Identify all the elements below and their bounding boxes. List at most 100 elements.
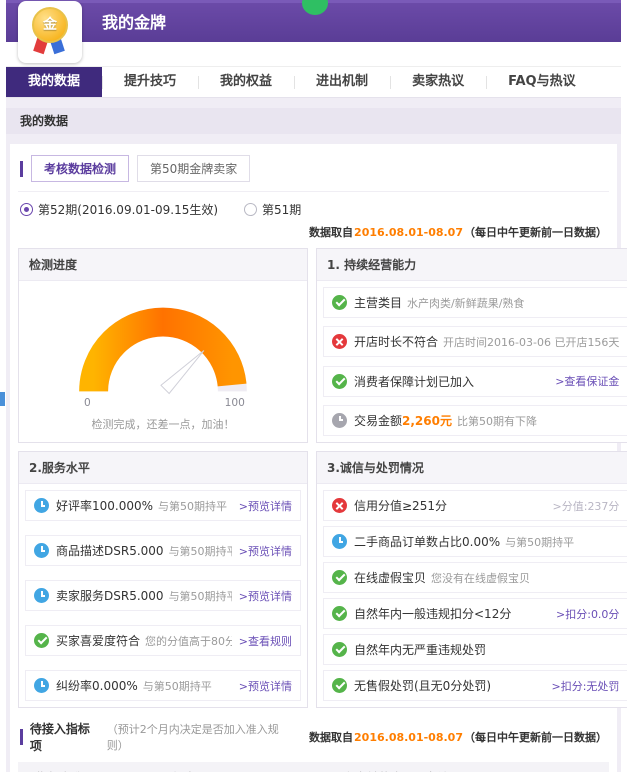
- col-current-status: 卖家当前状态: [313, 762, 419, 772]
- clock-icon: [34, 498, 49, 513]
- deduction-link[interactable]: >扣分:无处罚: [552, 678, 620, 694]
- check-circle-icon: [332, 678, 347, 693]
- radio-period-52[interactable]: 第52期(2016.09.01-09.15生效): [20, 201, 218, 218]
- metric-row-main-category: 主营类目水产肉类/新鲜蔬果/熟食: [323, 287, 627, 318]
- progress-panel-title: 检测进度: [19, 249, 307, 281]
- service-level-panel: 2.服务水平 好评率100.000%与第50期持平 >预览详情 商品描述DSR5…: [18, 451, 308, 708]
- check-circle-icon: [332, 295, 347, 310]
- section-title: 我的数据: [6, 108, 621, 134]
- metric-row-severe-violation: 自然年内无严重违规处罚: [323, 634, 627, 665]
- accent-bar: [20, 161, 23, 177]
- metric-text: 开店时长不符合开店时间2016-03-06 已开店156天: [354, 333, 619, 350]
- metric-row-dispute-rate: 纠纷率0.000%与第50期持平 >预览详情: [25, 670, 301, 701]
- period-selector: 第52期(2016.09.01-09.15生效) 第51期: [18, 192, 609, 220]
- metric-row-buyer-favor: 买家喜爱度符合您的分值高于80分 >查看规则: [25, 625, 301, 656]
- tab-my-benefits[interactable]: 我的权益: [198, 67, 294, 97]
- main-tab-bar: 我的数据 提升技巧 我的权益 进出机制 卖家热议 FAQ与热议: [6, 66, 621, 98]
- tab-my-data[interactable]: 我的数据: [6, 67, 102, 97]
- subtab-bar: 考核数据检测 第50期金牌卖家: [18, 152, 609, 192]
- clock-icon: [332, 534, 347, 549]
- metric-row-credit-score: 信用分值≥251分 >分值:237分: [323, 490, 627, 521]
- gauge-caption: 检测完成，还差一点，加油！: [25, 416, 301, 432]
- metrics-grid: 检测进度: [18, 248, 609, 708]
- col-remark: 备注: [420, 762, 609, 772]
- gold-medal-icon: 金: [32, 7, 68, 43]
- accent-bar: [20, 729, 23, 745]
- tab-entry-exit[interactable]: 进出机制: [294, 67, 390, 97]
- left-edge-decor: [0, 392, 5, 406]
- progress-gauge-body: 0 100 检测完成，还差一点，加油！: [19, 281, 307, 442]
- business-panel-title: 1. 持续经营能力: [317, 249, 627, 281]
- header-gap: [6, 42, 621, 66]
- data-source-note: 数据取自2016.08.01-08.07（每日中午更新前一日数据）: [309, 226, 607, 239]
- radio-unselected-icon: [244, 203, 257, 216]
- clock-icon: [34, 588, 49, 603]
- metric-row-secondhand-ratio: 二手商品订单数占比0.00%与第50期持平: [323, 526, 627, 557]
- check-circle-icon: [332, 374, 347, 389]
- integrity-panel-body: 信用分值≥251分 >分值:237分 二手商品订单数占比0.00%与第50期持平…: [317, 484, 627, 707]
- metric-text: 主营类目水产肉类/新鲜蔬果/熟食: [354, 294, 619, 311]
- view-rules-link[interactable]: >查看规则: [239, 633, 292, 649]
- subtab-assessment-check[interactable]: 考核数据检测: [31, 155, 129, 182]
- preview-detail-link[interactable]: >预览详情: [239, 588, 292, 604]
- progress-panel: 检测进度: [18, 248, 308, 443]
- metric-row-seller-dsr: 卖家服务DSR5.000与第50期持平 >预览详情: [25, 580, 301, 611]
- tab-improve-skills[interactable]: 提升技巧: [102, 67, 198, 97]
- medal-badge: 金: [18, 1, 82, 63]
- radio-label-51: 第51期: [262, 201, 301, 218]
- preview-detail-link[interactable]: >预览详情: [239, 678, 292, 694]
- clock-icon: [34, 543, 49, 558]
- page-title: 我的金牌: [102, 3, 621, 43]
- col-indicator-name: 指标名称: [18, 762, 154, 772]
- business-panel-body: 主营类目水产肉类/新鲜蔬果/熟食 开店时长不符合开店时间2016-03-06 已…: [317, 281, 627, 442]
- pending-section-subtitle: （预计2个月内决定是否加入准入规则）: [107, 721, 295, 753]
- clock-icon: [34, 678, 49, 693]
- service-panel-title: 2.服务水平: [19, 452, 307, 484]
- col-expected-level: 期望水平: [154, 762, 314, 772]
- data-note-row: 数据取自2016.08.01-08.07（每日中午更新前一日数据）: [18, 220, 609, 246]
- page-header: 我的金牌 金: [6, 0, 621, 42]
- metric-row-positive-rate: 好评率100.000%与第50期持平 >预览详情: [25, 490, 301, 521]
- metric-row-general-violation: 自然年内一般违规扣分<12分 >扣分:0.0分: [323, 598, 627, 629]
- metric-text: 二手商品订单数占比0.00%与第50期持平: [354, 533, 619, 550]
- metric-row-transaction-amount: 交易金额2,260元比第50期有下降: [323, 405, 627, 436]
- tab-seller-topics[interactable]: 卖家热议: [390, 67, 486, 97]
- table-header-row: 指标名称 期望水平 卖家当前状态 备注: [18, 762, 609, 772]
- score-value: >分值:237分: [553, 498, 620, 514]
- data-source-note: 数据取自2016.08.01-08.07（每日中午更新前一日数据）: [309, 729, 607, 745]
- metric-text: 交易金额2,260元比第50期有下降: [354, 412, 619, 429]
- pending-section-header: 待接入指标项 （预计2个月内决定是否加入准入规则） 数据取自2016.08.01…: [20, 720, 607, 754]
- subtab-gold-seller-50[interactable]: 第50期金牌卖家: [137, 155, 250, 182]
- metric-text: 自然年内一般违规扣分<12分: [354, 605, 549, 622]
- content-zone: 我的数据 考核数据检测 第50期金牌卖家 第52期(2016.09.01-09.…: [6, 98, 621, 772]
- metric-text: 买家喜爱度符合您的分值高于80分: [56, 632, 232, 649]
- pending-indicators-table: 指标名称 期望水平 卖家当前状态 备注 24发货速度 平均发货时长≤24小时 2…: [18, 762, 609, 772]
- business-ability-panel: 1. 持续经营能力 主营类目水产肉类/新鲜蔬果/熟食 开店时长不符合开店时间20…: [316, 248, 627, 443]
- preview-detail-link[interactable]: >预览详情: [239, 543, 292, 559]
- metric-row-item-dsr: 商品描述DSR5.000与第50期持平 >预览详情: [25, 535, 301, 566]
- deduction-link[interactable]: >扣分:0.0分: [556, 606, 619, 622]
- progress-gauge: 0 100: [57, 289, 269, 411]
- metric-row-shop-age: 开店时长不符合开店时间2016-03-06 已开店156天: [323, 326, 627, 357]
- view-deposit-link[interactable]: >查看保证金: [555, 373, 619, 389]
- check-circle-icon: [332, 606, 347, 621]
- integrity-panel-title: 3.诚信与处罚情况: [317, 452, 627, 484]
- metric-text: 卖家服务DSR5.000与第50期持平: [56, 587, 232, 604]
- metric-text: 自然年内无严重违规处罚: [354, 641, 619, 658]
- check-circle-icon: [34, 633, 49, 648]
- tab-faq[interactable]: FAQ与热议: [486, 67, 598, 97]
- radio-selected-icon: [20, 203, 33, 216]
- main-panel: 考核数据检测 第50期金牌卖家 第52期(2016.09.01-09.15生效)…: [10, 144, 617, 772]
- cross-circle-icon: [332, 334, 347, 349]
- radio-label-52: 第52期(2016.09.01-09.15生效): [38, 201, 218, 218]
- clock-icon: [332, 413, 347, 428]
- gauge-min-label: 0: [84, 397, 91, 409]
- metric-text: 无售假处罚(且无0分处罚): [354, 677, 545, 694]
- metric-row-consumer-protection: 消费者保障计划已加入 >查看保证金: [323, 366, 627, 397]
- check-circle-icon: [332, 570, 347, 585]
- radio-period-51[interactable]: 第51期: [244, 201, 301, 218]
- metric-text: 在线虚假宝贝您没有在线虚假宝贝: [354, 569, 619, 586]
- metric-text: 好评率100.000%与第50期持平: [56, 497, 232, 514]
- preview-detail-link[interactable]: >预览详情: [239, 498, 292, 514]
- metric-text: 纠纷率0.000%与第50期持平: [56, 677, 232, 694]
